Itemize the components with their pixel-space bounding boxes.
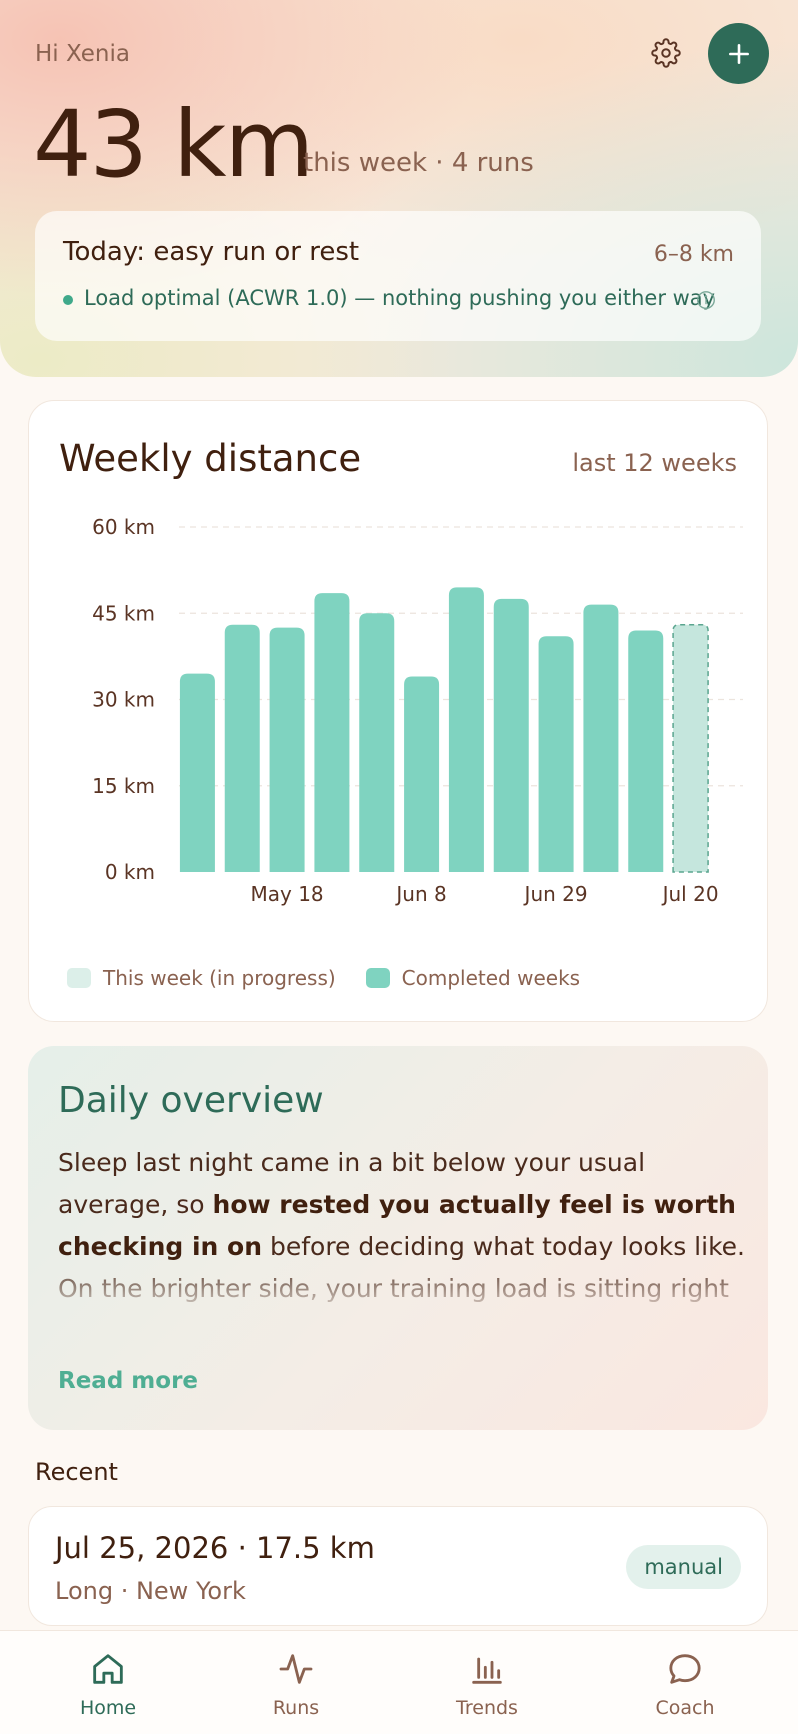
y-tick-label: 15 km [92, 774, 155, 798]
x-tick-label: Jul 20 [661, 882, 719, 906]
legend-label-in-progress: This week (in progress) [103, 966, 336, 990]
weekly-distance-card: Weekly distance last 12 weeks 0 km 15 km 3… [28, 400, 768, 1022]
tab-runs[interactable]: Runs [236, 1649, 356, 1719]
tab-label-trends: Trends [456, 1697, 518, 1719]
tab-home[interactable]: Home [48, 1649, 168, 1719]
weekly-distance-total: 43 km [33, 91, 314, 198]
run-subtitle: Long · New York [55, 1577, 246, 1605]
bar [448, 587, 484, 872]
bar [628, 630, 664, 872]
bar [314, 593, 350, 872]
bar [538, 636, 574, 872]
settings-button[interactable] [648, 35, 684, 71]
y-tick-label: 30 km [92, 688, 155, 712]
y-tick-label: 45 km [92, 601, 155, 625]
weekly-distance-subtitle: this week · 4 runs [303, 148, 534, 178]
bar [404, 676, 440, 872]
legend-completed: Completed weeks [365, 966, 581, 990]
bar [583, 604, 619, 872]
legend-label-completed: Completed weeks [401, 966, 581, 990]
bar-in-progress [672, 624, 709, 873]
tab-label-runs: Runs [272, 1697, 320, 1719]
x-tick-label: Jun 29 [523, 882, 588, 906]
bar [269, 627, 305, 872]
y-tick-label: 0 km [105, 860, 155, 884]
chat-bubble-icon [669, 1654, 701, 1684]
tab-label-coach: Coach [655, 1697, 715, 1719]
tab-label-home: Home [79, 1697, 137, 1719]
activity-icon [279, 1654, 313, 1684]
overview-title: Daily overview [58, 1080, 324, 1121]
hero-header: Hi Xenia 43 km this week · 4 runs Today:… [0, 0, 798, 377]
today-title: Today: easy run or rest [63, 237, 360, 267]
daily-overview-card: Daily overview Sleep last night came in … [28, 1046, 768, 1430]
tab-coach[interactable]: Coach [625, 1649, 745, 1719]
home-icon [93, 1654, 123, 1684]
bottom-tab-bar: Home Runs Trends Coach [0, 1630, 798, 1734]
tab-trends[interactable]: Trends [427, 1649, 547, 1719]
bar-chart-icon [472, 1657, 502, 1684]
greeting: Hi Xenia [35, 41, 130, 67]
recent-section-title: Recent [35, 1458, 118, 1486]
read-more-link[interactable]: Read more [58, 1368, 198, 1394]
bar [359, 613, 395, 872]
bar [493, 598, 529, 872]
bar [179, 673, 215, 872]
weekly-distance-chart: 0 km 15 km 30 km 45 km 60 km May 18 Jun 8 Jun 2… [92, 515, 743, 906]
recent-run-item[interactable]: Jul 25, 2026 · 17.5 km Long · New York m… [28, 1506, 768, 1626]
legend-swatch-completed [365, 968, 390, 988]
today-recommendation-card[interactable]: Today: easy run or rest 6–8 km Load opti… [35, 211, 761, 341]
load-status: Load optimal (ACWR 1.0) — nothing pushin… [84, 286, 716, 310]
add-run-button[interactable] [708, 23, 769, 84]
today-range: 6–8 km [653, 242, 734, 267]
gear-icon [651, 38, 681, 68]
status-dot [63, 295, 73, 305]
y-tick-label: 60 km [92, 515, 155, 539]
bar [224, 624, 260, 872]
chart-legend: This week (in progress) Completed weeks [67, 966, 610, 990]
run-source-badge: manual [626, 1545, 741, 1589]
legend-in-progress: This week (in progress) [67, 966, 336, 990]
plus-icon [728, 43, 749, 64]
legend-swatch-in-progress [67, 968, 91, 988]
x-tick-label: Jun 8 [394, 882, 446, 906]
x-tick-label: May 18 [251, 882, 324, 906]
overview-text: Sleep last night came in a bit below you… [58, 1142, 748, 1310]
run-title: Jul 25, 2026 · 17.5 km [55, 1531, 375, 1565]
info-icon[interactable] [695, 289, 717, 311]
